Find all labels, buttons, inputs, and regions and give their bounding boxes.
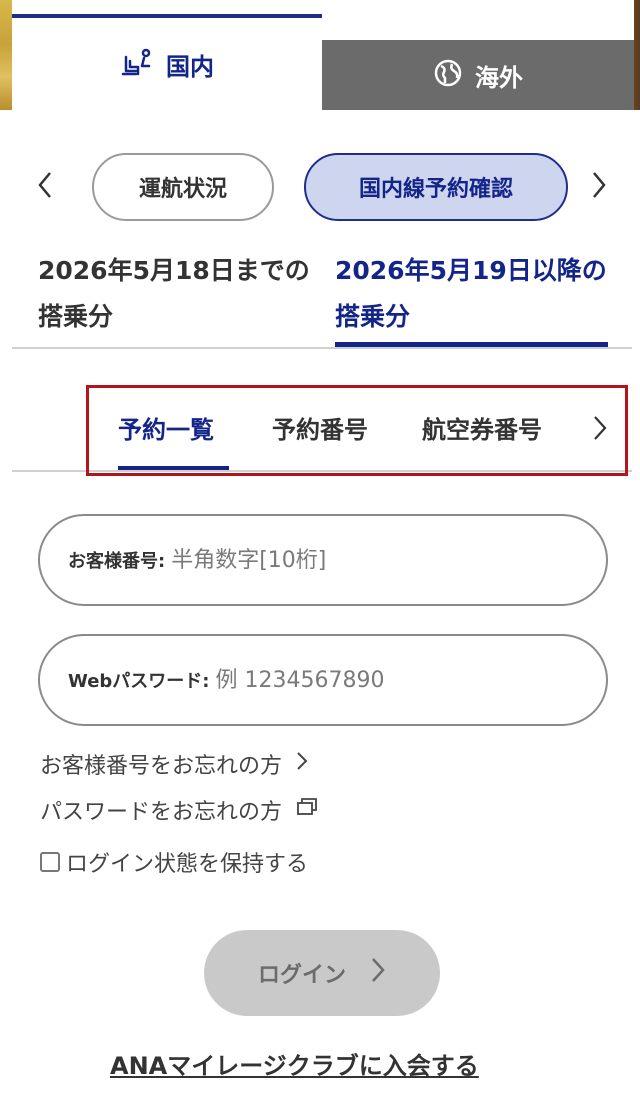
chevron-right-icon [296,751,308,777]
customer-number-input[interactable] [171,547,606,573]
login-button-label: ログイン [257,963,346,988]
tab-domestic[interactable]: 国内 [12,14,322,110]
seat-icon [120,47,154,81]
remember-login-label: ログイン状態を保持する [66,852,309,877]
forgot-password-link[interactable]: パスワードをお忘れの方 [40,794,318,826]
chevron-left-icon[interactable] [36,170,54,206]
tab-international[interactable]: 海外 [322,40,634,110]
join-mileage-club-link[interactable]: ANAマイレージクラブに入会する [110,1046,479,1081]
highlight-box [86,385,628,476]
tab-domestic-label: 国内 [166,52,214,81]
divider [12,347,632,349]
date-tab-from-may19[interactable]: 2026年5月19日以降の搭乗分 [335,248,615,340]
remember-login[interactable]: ログイン状態を保持する [40,846,308,878]
chevron-right-icon [370,956,386,990]
globe-icon [433,58,463,92]
external-window-icon [296,797,318,823]
category-flight-status[interactable]: 運航状況 [92,153,274,221]
customer-number-field[interactable]: お客様番号: [38,514,608,606]
date-tab-until-may18[interactable]: 2026年5月18日までの搭乗分 [38,248,318,340]
web-password-input[interactable] [215,667,606,693]
web-password-field[interactable]: Webパスワード: [38,634,608,726]
login-button[interactable]: ログイン [204,930,440,1016]
remember-login-checkbox[interactable] [40,852,60,872]
tab-international-label: 海外 [475,63,523,92]
customer-number-label: お客様番号: [68,551,166,572]
forgot-customer-number-link[interactable]: お客様番号をお忘れの方 [40,748,308,780]
forgot-customer-number-label: お客様番号をお忘れの方 [40,754,283,779]
forgot-password-label: パスワードをお忘れの方 [40,800,283,825]
chevron-right-icon[interactable] [590,170,608,206]
date-tab-until-may18-label: 2026年5月18日までの搭乗分 [38,256,310,331]
category-flight-status-label: 運航状況 [138,177,227,202]
web-password-label: Webパスワード: [68,671,210,692]
category-domestic-reservation-label: 国内線予約確認 [358,177,513,202]
date-tab-from-may19-label: 2026年5月19日以降の搭乗分 [335,256,607,331]
category-domestic-reservation[interactable]: 国内線予約確認 [304,153,568,221]
background-edge [0,0,12,110]
